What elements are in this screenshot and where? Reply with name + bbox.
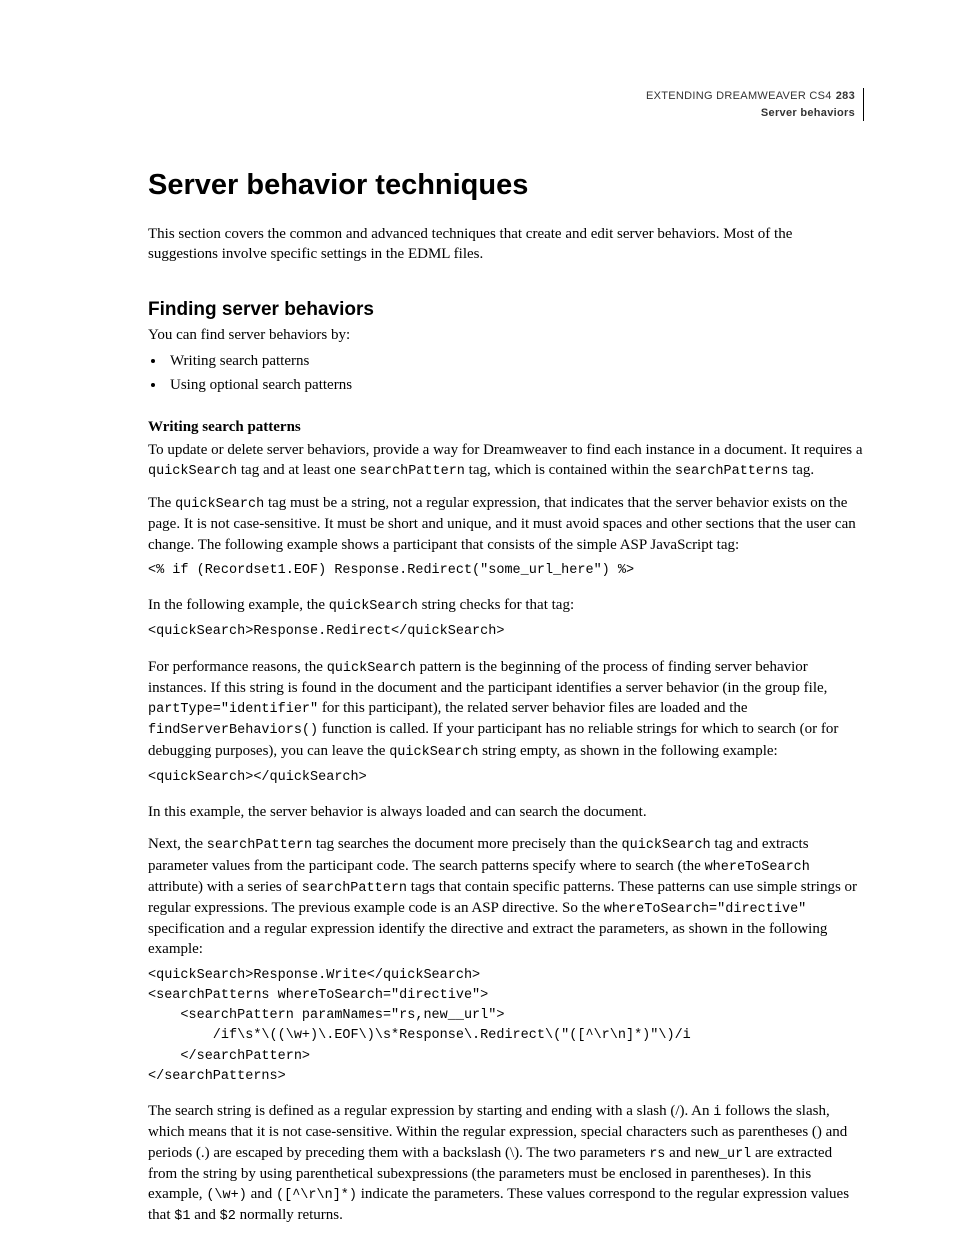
code-block: <quickSearch>Response.Redirect</quickSea… [148,622,864,642]
inline-code: quickSearch [389,745,478,760]
body-paragraph: In the following example, the quickSearc… [148,595,864,616]
inline-code: whereToSearch [705,860,810,875]
inline-code: partType="identifier" [148,702,318,717]
body-paragraph: The search string is defined as a regula… [148,1101,864,1226]
inline-code: quickSearch [175,497,264,512]
page-number: 283 [836,90,855,102]
heading-writing: Writing search patterns [148,419,864,436]
body-paragraph: The quickSearch tag must be a string, no… [148,493,864,555]
page-title: Server behavior techniques [148,169,864,202]
inline-code: quickSearch [622,838,711,853]
inline-code: quickSearch [329,599,418,614]
code-block: <quickSearch></quickSearch> [148,768,864,788]
section-title: Server behaviors [761,107,855,119]
code-block: <quickSearch>Response.Write</quickSearch… [148,966,864,1088]
inline-code: searchPattern [302,881,407,896]
inline-code: quickSearch [327,661,416,676]
inline-code: searchPatterns [675,464,788,479]
page-content: EXTENDING DREAMWEAVER CS4 283 Server beha… [0,0,954,1227]
bullet-list: Writing search patterns Using optional s… [148,349,864,397]
inline-code: findServerBehaviors() [148,723,318,738]
intro-paragraph: This section covers the common and advan… [148,224,864,265]
inline-code: $1 [174,1209,190,1224]
code-block: <% if (Recordset1.EOF) Response.Redirect… [148,561,864,581]
inline-code: ([^\r\n]*) [276,1188,357,1203]
inline-code: new_url [695,1147,752,1162]
running-header: EXTENDING DREAMWEAVER CS4 283 Server beha… [148,88,864,121]
inline-code: (\w+) [206,1188,247,1203]
inline-code: quickSearch [148,464,237,479]
inline-code: rs [649,1147,665,1162]
body-paragraph: For performance reasons, the quickSearch… [148,657,864,762]
list-item: Writing search patterns [166,349,864,373]
body-paragraph: In this example, the server behavior is … [148,802,864,822]
find-intro: You can find server behaviors by: [148,325,864,345]
list-item: Using optional search patterns [166,373,864,397]
book-title: EXTENDING DREAMWEAVER CS4 [646,90,832,102]
heading-finding: Finding server behaviors [148,299,864,321]
inline-code: whereToSearch="directive" [604,902,807,917]
body-paragraph: To update or delete server behaviors, pr… [148,440,864,481]
inline-code: searchPattern [207,838,312,853]
body-paragraph: Next, the searchPattern tag searches the… [148,834,864,959]
inline-code: $2 [220,1209,236,1224]
inline-code: searchPattern [360,464,465,479]
